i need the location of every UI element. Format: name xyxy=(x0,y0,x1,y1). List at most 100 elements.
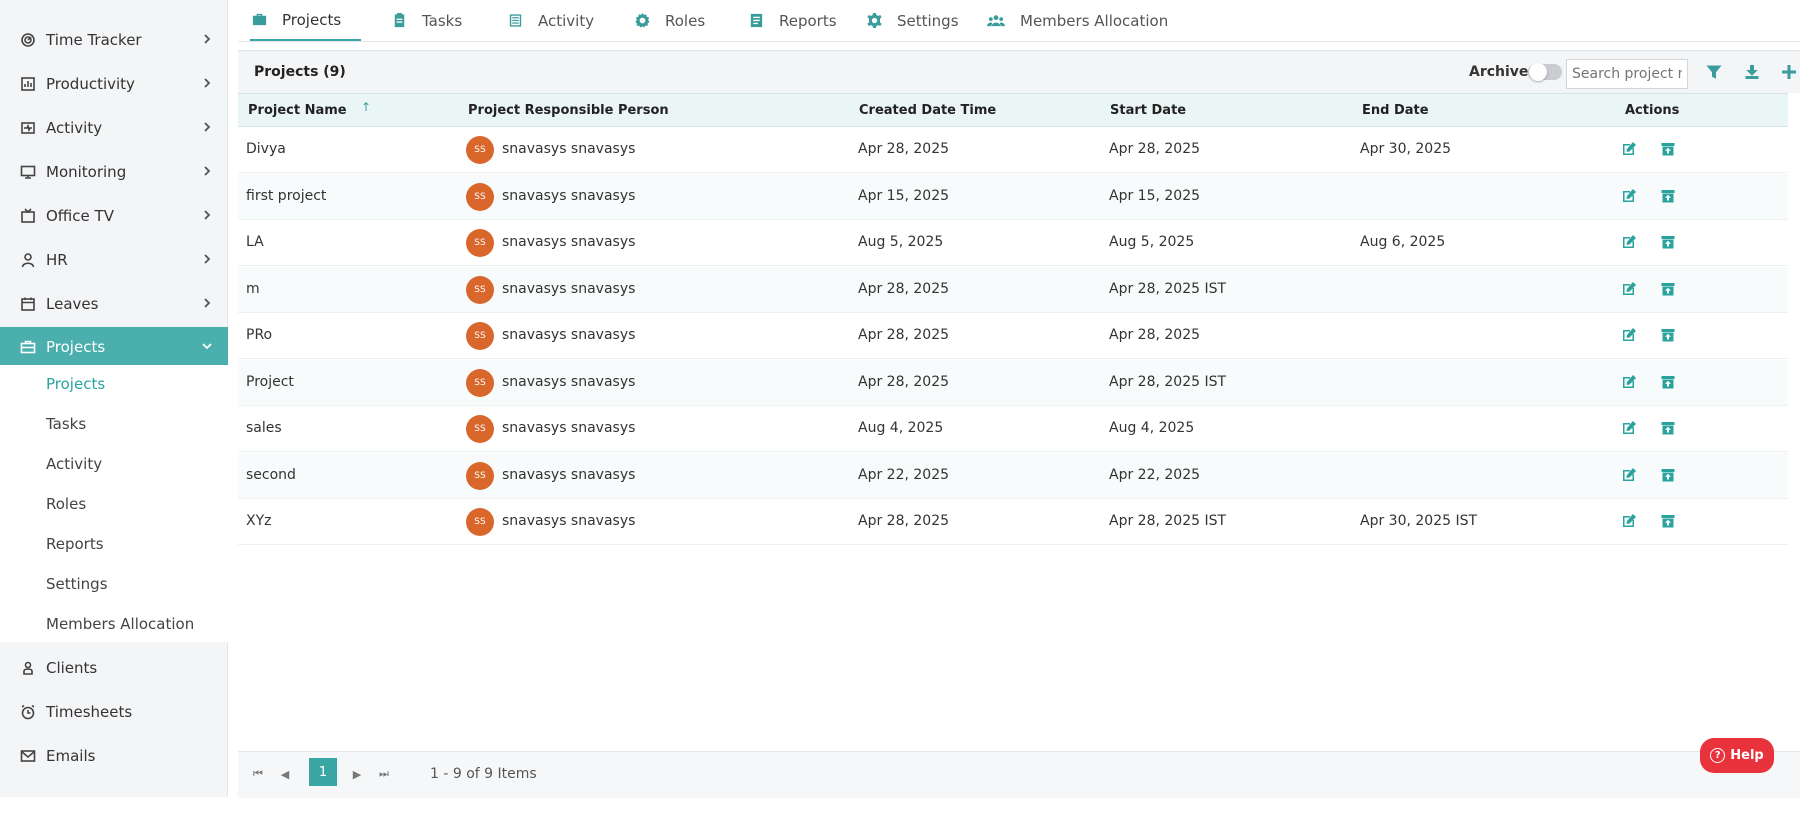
archive-icon[interactable] xyxy=(1660,467,1676,483)
export-button[interactable] xyxy=(1743,63,1761,81)
avatar: SS xyxy=(466,368,494,397)
tab-label: Settings xyxy=(897,11,959,30)
search-input[interactable] xyxy=(1566,59,1688,89)
project-name: Divya xyxy=(246,141,286,157)
subnav-roles[interactable]: Roles xyxy=(46,495,86,513)
briefcase-icon xyxy=(250,11,268,29)
subnav-activity[interactable]: Activity xyxy=(46,455,102,473)
tab-activity[interactable]: Activity xyxy=(506,0,594,41)
sidebar-item-label: Office TV xyxy=(46,207,114,225)
sidebar-item-hr[interactable]: HR xyxy=(0,240,228,280)
tab-members-allocation[interactable]: Members Allocation xyxy=(986,0,1168,41)
prev-page-button[interactable]: ◀ xyxy=(275,764,295,784)
created-date: Apr 15, 2025 xyxy=(858,187,950,204)
filter-button[interactable] xyxy=(1705,63,1723,81)
archive-toggle[interactable] xyxy=(1528,63,1562,81)
users-icon xyxy=(986,12,1006,30)
clock-target-icon xyxy=(20,32,36,48)
sidebar-item-label: Clients xyxy=(46,659,98,677)
tab-tasks[interactable]: Tasks xyxy=(390,0,462,41)
edit-icon[interactable] xyxy=(1621,467,1637,483)
first-page-button[interactable]: ⏮ xyxy=(248,764,268,784)
archive-icon[interactable] xyxy=(1660,420,1676,436)
help-button[interactable]: ? Help xyxy=(1700,738,1774,773)
sidebar-item-timesheets[interactable]: Timesheets xyxy=(0,692,228,732)
sidebar-item-time-tracker[interactable]: Time Tracker xyxy=(0,20,228,60)
edit-icon[interactable] xyxy=(1621,374,1637,390)
chevron-right-icon xyxy=(200,164,214,178)
table-row[interactable]: Project SS snavasys snavasys Apr 28, 2025 Ap… xyxy=(238,359,1788,406)
edit-icon[interactable] xyxy=(1621,327,1637,343)
column-header-created-date[interactable]: Created Date Time xyxy=(859,103,996,118)
add-project-button[interactable] xyxy=(1780,63,1798,81)
activity-icon xyxy=(20,120,36,136)
subnav-tasks[interactable]: Tasks xyxy=(46,415,86,433)
column-header-responsible-person[interactable]: Project Responsible Person xyxy=(468,103,669,118)
tab-settings[interactable]: Settings xyxy=(865,0,959,41)
subnav-members-allocation[interactable]: Members Allocation xyxy=(46,615,194,633)
subnav-reports[interactable]: Reports xyxy=(46,535,104,553)
project-name: Project xyxy=(246,373,294,390)
avatar: SS xyxy=(466,461,494,490)
table-row[interactable]: LA SS snavasys snavasys Aug 5, 2025 Aug 5, 2… xyxy=(238,220,1788,266)
created-date: Apr 28, 2025 xyxy=(858,513,950,529)
edit-icon[interactable] xyxy=(1621,420,1637,436)
start-date: Apr 28, 2025 xyxy=(1109,327,1201,343)
column-header-project-name[interactable]: Project Name ↑ xyxy=(248,100,371,118)
plus-icon xyxy=(1782,65,1796,79)
next-page-button[interactable]: ▶ xyxy=(347,764,367,784)
edit-icon[interactable] xyxy=(1621,513,1637,529)
top-tabs: Projects Tasks Activity Roles Reports Se… xyxy=(238,0,1800,42)
edit-icon[interactable] xyxy=(1621,234,1637,250)
archive-icon[interactable] xyxy=(1660,374,1676,390)
created-date: Apr 22, 2025 xyxy=(858,466,950,483)
tab-roles[interactable]: Roles xyxy=(633,0,705,41)
archive-icon[interactable] xyxy=(1660,513,1676,529)
created-date: Apr 28, 2025 xyxy=(858,327,950,343)
start-date: Aug 5, 2025 xyxy=(1109,234,1195,250)
page-number-button[interactable]: 1 xyxy=(309,758,337,786)
sidebar-item-leaves[interactable]: Leaves xyxy=(0,284,228,324)
archive-icon[interactable] xyxy=(1660,281,1676,297)
edit-icon[interactable] xyxy=(1621,281,1637,297)
table-row[interactable]: Divya SS snavasys snavasys Apr 28, 2025 Apr … xyxy=(238,127,1788,173)
start-date: Apr 15, 2025 xyxy=(1109,187,1201,204)
table-row[interactable]: first project SS snavasys snavasys Apr 15, … xyxy=(238,173,1788,220)
sidebar-item-projects[interactable]: Projects xyxy=(0,327,228,367)
sidebar-item-office-tv[interactable]: Office TV xyxy=(0,196,228,236)
table-row[interactable]: XYz SS snavasys snavasys Apr 28, 2025 Apr 28… xyxy=(238,499,1788,545)
archive-icon[interactable] xyxy=(1660,327,1676,343)
table-row[interactable]: m SS snavasys snavasys Apr 28, 2025 Apr 28, … xyxy=(238,266,1788,313)
sidebar-item-clients[interactable]: Clients xyxy=(0,648,228,688)
table-row[interactable]: PRo SS snavasys snavasys Apr 28, 2025 Apr 28… xyxy=(238,313,1788,359)
avatar: SS xyxy=(466,229,494,257)
sidebar-item-label: Time Tracker xyxy=(46,31,142,49)
project-name: second xyxy=(246,466,296,483)
table-row[interactable]: sales SS snavasys snavasys Aug 4, 2025 Aug 4… xyxy=(238,406,1788,452)
archive-icon[interactable] xyxy=(1660,234,1676,250)
column-header-end-date[interactable]: End Date xyxy=(1362,103,1429,118)
avatar: SS xyxy=(466,275,494,304)
sidebar-item-monitoring[interactable]: Monitoring xyxy=(0,152,228,192)
edit-icon[interactable] xyxy=(1621,188,1637,204)
chevron-down-icon xyxy=(200,339,214,353)
edit-icon[interactable] xyxy=(1621,141,1637,157)
sidebar-item-emails[interactable]: Emails xyxy=(0,736,228,776)
column-header-start-date[interactable]: Start Date xyxy=(1110,103,1186,118)
pager-info: 1 - 9 of 9 Items xyxy=(430,766,537,782)
project-name: sales xyxy=(246,420,282,436)
subnav-settings[interactable]: Settings xyxy=(46,575,108,593)
last-page-button[interactable]: ⏭ xyxy=(374,764,394,784)
archive-icon[interactable] xyxy=(1660,141,1676,157)
subnav-projects[interactable]: Projects xyxy=(46,375,105,393)
created-date: Apr 28, 2025 xyxy=(858,373,950,390)
tab-projects[interactable]: Projects xyxy=(250,0,362,41)
pager: ⏮ ◀ 1 ▶ ⏭ 1 - 9 of 9 Items xyxy=(238,751,1800,798)
sidebar-item-label: HR xyxy=(46,251,68,269)
tab-reports[interactable]: Reports xyxy=(747,0,837,41)
sidebar-item-activity[interactable]: Activity xyxy=(0,108,228,148)
calendar-icon xyxy=(20,296,36,312)
sidebar-item-productivity[interactable]: Productivity xyxy=(0,64,228,104)
archive-icon[interactable] xyxy=(1660,188,1676,204)
table-row[interactable]: second SS snavasys snavasys Apr 22, 2025 Apr… xyxy=(238,452,1788,499)
